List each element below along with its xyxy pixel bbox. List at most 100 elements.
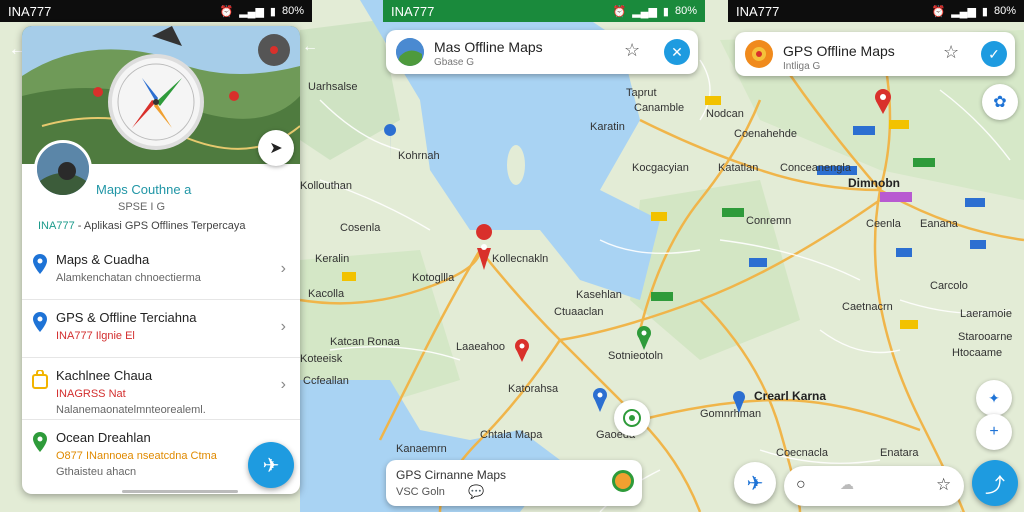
star-icon[interactable]: ☆ bbox=[943, 42, 959, 63]
list-item-title: Ocean Dreahlan bbox=[56, 430, 151, 445]
map-label: Nodcan bbox=[706, 108, 744, 120]
search-card-center[interactable]: Mas Offline Maps Gbase G ☆ ✕ bbox=[386, 30, 698, 74]
map-label: Starooarne bbox=[958, 331, 1012, 343]
check-button[interactable]: ✓ bbox=[981, 41, 1007, 67]
alarm-icon: ⏰ bbox=[612, 5, 627, 18]
map-label: Taprut bbox=[626, 87, 657, 99]
map-label: Eanana bbox=[920, 218, 959, 230]
map-label: Canamble bbox=[634, 102, 684, 114]
place-detail-panel: ➤ Maps Couthne a SPSE I G INA777 - Aplik… bbox=[22, 26, 300, 494]
cloud-icon[interactable]: ☁ bbox=[840, 476, 854, 493]
place-list: Maps & Cuadha Alamkenchatan chnoectierma… bbox=[22, 242, 300, 478]
battery-icon: ▮ bbox=[269, 5, 276, 18]
layers-button[interactable]: ✿ bbox=[982, 84, 1018, 120]
place-sub: SPSE I G bbox=[118, 201, 166, 213]
map-label: Kohrnah bbox=[398, 150, 440, 162]
map-label: Ceenla bbox=[866, 218, 902, 230]
status-bar-left: INA777 ⏰ ▂▄▆ ▮ 80% bbox=[0, 0, 312, 22]
search-icon[interactable]: ○ bbox=[796, 476, 806, 494]
scroll-indicator bbox=[122, 490, 238, 493]
star-icon[interactable]: ☆ bbox=[624, 40, 640, 61]
status-bar-right: INA777 ⏰ ▂▄▆ ▮ 80% bbox=[728, 0, 1024, 22]
tagline-brand: INA777 bbox=[38, 220, 75, 232]
search-card-right[interactable]: GPS Offline Maps Intliga G ☆ ✓ bbox=[735, 32, 1015, 76]
close-button[interactable]: ✕ bbox=[664, 39, 690, 65]
search-title: Mas Offline Maps bbox=[434, 39, 543, 55]
map-label: Gomnrhman bbox=[700, 408, 761, 420]
back-arrow-icon[interactable]: ← bbox=[302, 38, 318, 56]
map-label: Katatlan bbox=[718, 162, 758, 174]
map-label: Laaeahoo bbox=[456, 341, 505, 353]
compass-icon: ✦ bbox=[988, 389, 1000, 406]
list-item[interactable]: GPS & Offline Terciahna INA777 Ilgnie El… bbox=[22, 300, 300, 358]
bottom-card-subtitle: VSC Goln bbox=[396, 486, 445, 498]
map-label: Kacolla bbox=[308, 288, 345, 300]
pin-icon bbox=[33, 312, 47, 332]
layers-icon: ✿ bbox=[993, 94, 1007, 111]
navigate-button[interactable]: ✈ bbox=[734, 462, 776, 504]
map-label: Koteeisk bbox=[300, 353, 343, 365]
chat-icon[interactable]: 💬 bbox=[468, 484, 484, 500]
add-icon: + bbox=[989, 423, 999, 440]
map-label: Coecnacla bbox=[776, 447, 829, 459]
map-label: Katcan Ronaa bbox=[330, 336, 401, 348]
map-label: Kotogllla bbox=[412, 272, 455, 284]
directions-button[interactable]: ➤ bbox=[258, 130, 294, 166]
map-label: Karatin bbox=[590, 121, 625, 133]
zoom-in-button[interactable]: + bbox=[976, 414, 1012, 450]
list-item-title: GPS & Offline Terciahna bbox=[56, 310, 197, 325]
compass-button[interactable]: ✦ bbox=[976, 380, 1012, 416]
map-label: Kocgacyian bbox=[632, 162, 689, 174]
bag-icon bbox=[32, 370, 48, 389]
status-bar-center: INA777 ⏰ ▂▄▆ ▮ 80% bbox=[383, 0, 705, 22]
battery-icon: ▮ bbox=[981, 5, 988, 18]
tagline-text: - Aplikasi GPS Offlines Terpercaya bbox=[74, 220, 246, 232]
close-icon: ✕ bbox=[671, 43, 683, 60]
map-label: Laeramoie bbox=[960, 308, 1012, 320]
map-label: Htocaame bbox=[952, 347, 1002, 359]
place-name: Maps Couthne a bbox=[96, 182, 192, 197]
pin-icon bbox=[476, 224, 493, 240]
list-item-subtitle-2: Gthaisteu ahacn bbox=[56, 466, 137, 478]
chevron-right-icon: › bbox=[280, 376, 286, 393]
alarm-icon: ⏰ bbox=[931, 5, 946, 18]
carrier-label: INA777 bbox=[8, 3, 52, 19]
map-label: Caetnacrn bbox=[842, 301, 893, 313]
battery-label: 80% bbox=[281, 5, 304, 17]
bottom-card-title: GPS Cirnanne Maps bbox=[396, 468, 507, 482]
battery-label: 80% bbox=[674, 5, 697, 17]
map-label: Kollecnakln bbox=[492, 253, 548, 265]
signal-icon: ▂▄▆ bbox=[951, 5, 976, 18]
carrier-label: INA777 bbox=[391, 3, 435, 19]
avatar bbox=[34, 140, 92, 198]
search-subtitle: Intliga G bbox=[783, 61, 821, 72]
list-item[interactable]: Kachlnee Chaua INAGRSS Nat Nalanemaonate… bbox=[22, 358, 300, 420]
map-label: Katorahsa bbox=[508, 383, 559, 395]
list-item[interactable]: Maps & Cuadha Alamkenchatan chnoectierma… bbox=[22, 242, 300, 300]
pin-icon bbox=[33, 432, 47, 452]
map-label: Keralin bbox=[315, 253, 349, 265]
map-label: Crearl Karna bbox=[754, 389, 826, 403]
map-label: Uarhsalse bbox=[308, 81, 358, 93]
app-logo-icon bbox=[612, 470, 634, 492]
list-item-subtitle: Alamkenchatan chnoectierma bbox=[56, 272, 201, 284]
navigate-button[interactable]: ✈ bbox=[248, 442, 294, 488]
route-button[interactable]: ⤴ bbox=[972, 460, 1018, 506]
map-label: Carcolo bbox=[930, 280, 968, 292]
my-location-button[interactable] bbox=[614, 400, 650, 436]
signal-icon: ▂▄▆ bbox=[632, 5, 657, 18]
app-logo-icon bbox=[745, 40, 773, 68]
map-label: Kanaemrn bbox=[396, 443, 447, 455]
map-label: Sotnieotoln bbox=[608, 350, 663, 362]
chevron-right-icon: › bbox=[280, 260, 286, 277]
map-label: Ctuaaclan bbox=[554, 306, 604, 318]
app-logo-icon bbox=[396, 38, 424, 66]
carrier-label: INA777 bbox=[736, 3, 780, 19]
pin-icon bbox=[33, 254, 47, 274]
bottom-card-center[interactable]: GPS Cirnanne Maps VSC Goln 💬 bbox=[386, 460, 642, 506]
map-label: Coenahehde bbox=[734, 128, 797, 140]
battery-label: 80% bbox=[993, 5, 1016, 17]
bottom-toolbar-right: ○ ☁ ☆ bbox=[784, 466, 964, 506]
map-label: Conremn bbox=[746, 215, 791, 227]
star-icon[interactable]: ☆ bbox=[936, 475, 951, 495]
